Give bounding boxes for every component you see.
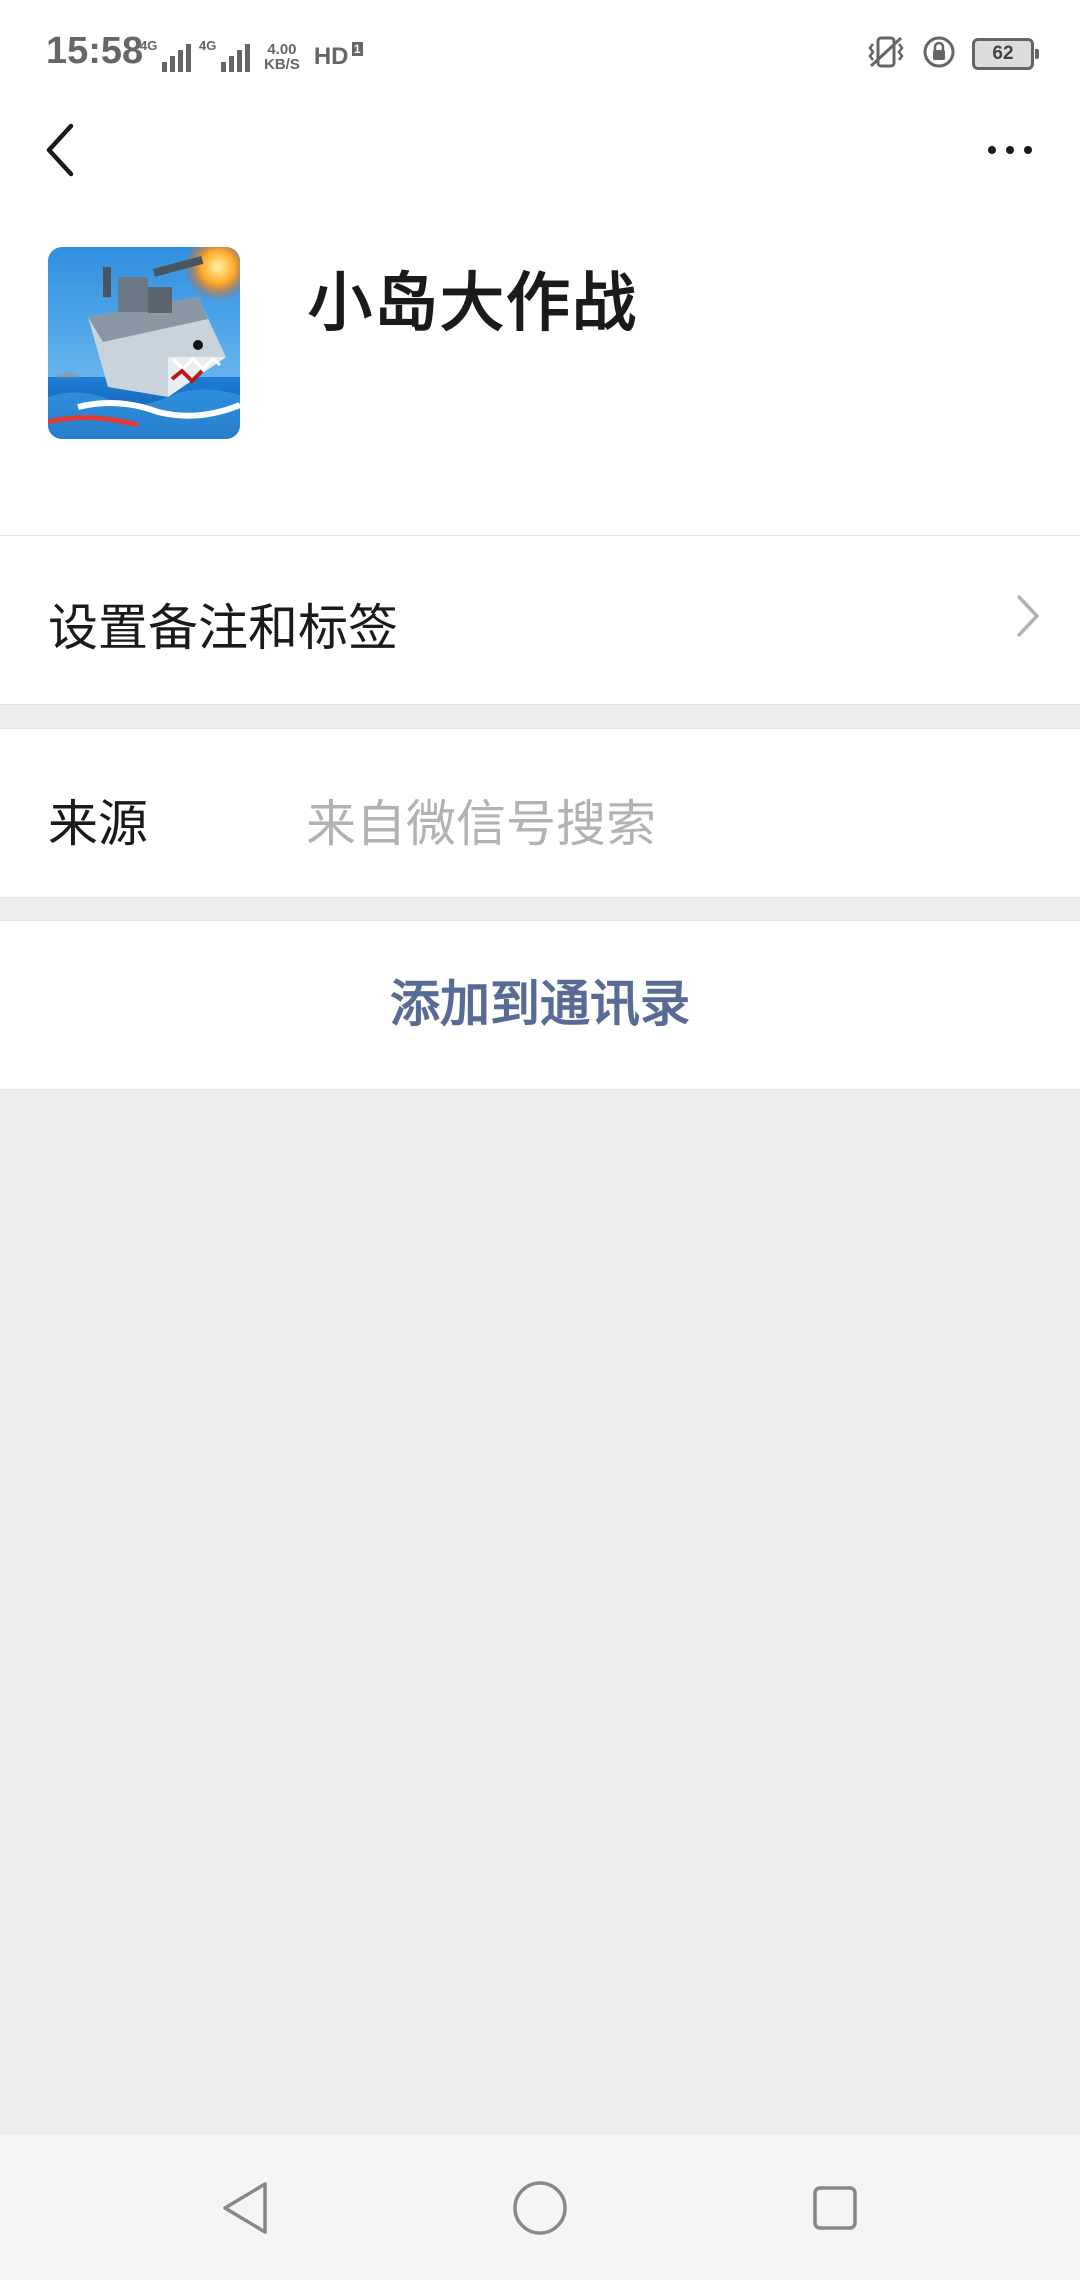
back-arrow-icon [46,123,74,177]
rotation-lock-icon [922,35,956,73]
source-row: 来源 来自微信号搜索 [0,728,1080,898]
more-button[interactable] [970,110,1050,190]
network-type-label: 4G [140,38,158,53]
chevron-right-icon [1016,594,1040,642]
network-speed-unit: KB/S [264,56,300,73]
status-left-icons: 4G 4G 4.00 KB/S HD 1 [140,36,363,72]
source-value: 来自微信号搜索 [306,795,656,853]
source-label: 来源 [48,795,148,853]
recents-square-icon [813,2185,857,2230]
profile-name: 小岛大作战 [308,267,638,341]
system-nav-bar [0,2135,1080,2280]
status-right-icons: 62 [866,34,1039,74]
remark-tag-label: 设置备注和标签 [48,599,398,657]
network-speed: 4.00 KB/S [264,42,300,72]
more-dots-icon [988,146,996,154]
back-button[interactable] [30,110,90,190]
home-circle-icon [513,2180,567,2235]
avatar[interactable] [48,247,240,439]
network-type-label: 4G [199,38,217,53]
system-back-button[interactable] [185,2135,305,2280]
signal-icon: 4G [140,38,191,72]
hd-label: HD [313,43,349,70]
status-time: 15:58 [46,30,144,72]
profile-header: 小岛大作战 [0,230,1080,535]
system-home-button[interactable] [480,2135,600,2280]
screen: 15:58 4G 4G 4.00 KB/S HD 1 62 小岛大作战 设置备注… [0,0,1080,2280]
add-to-contacts-label: 添加到通讯录 [390,975,690,1033]
vibrate-icon [866,35,906,73]
remark-tag-row[interactable]: 设置备注和标签 [0,535,1080,705]
system-recents-button[interactable] [775,2135,895,2280]
hd-voice-icon: HD 1 [313,42,363,70]
signal-icon: 4G [199,38,250,72]
back-triangle-icon [223,2181,267,2234]
battleship-game-icon [48,247,240,439]
status-bar: 15:58 4G 4G 4.00 KB/S HD 1 62 [0,0,1080,110]
add-to-contacts-button[interactable]: 添加到通讯录 [0,920,1080,1090]
battery-icon: 62 [972,38,1039,70]
network-speed-value: 4.00 [267,41,297,58]
battery-level: 62 [992,43,1014,64]
